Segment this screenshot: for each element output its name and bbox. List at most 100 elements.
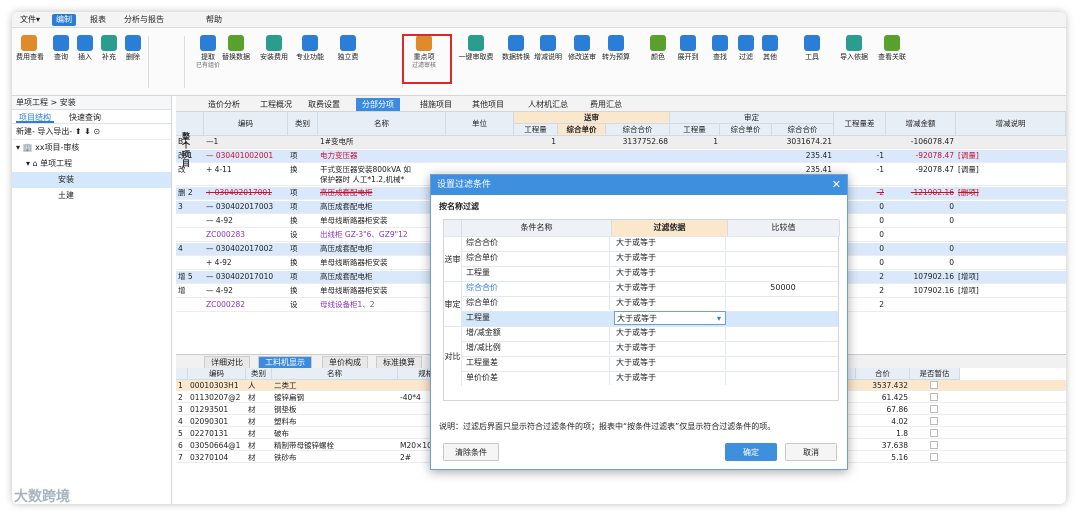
ribbon-button-6[interactable]: 替换数据 <box>218 32 254 92</box>
ribbon-button-14[interactable]: 修改送审 <box>564 32 600 92</box>
bottom-tab-3[interactable]: 标准换算 <box>376 356 422 368</box>
ribbon-button-0[interactable]: 费用查看 <box>16 32 44 92</box>
tab-quick-search[interactable]: 快速查询 <box>66 112 104 123</box>
ribbon-button-22[interactable]: 导入依据 <box>836 32 872 92</box>
row-name: 电力变压器 <box>320 151 358 160</box>
menu-item-3[interactable]: 分析与报告 <box>120 14 168 26</box>
row-code: — 4-92 <box>206 216 233 225</box>
filter-condition-select[interactable]: 大于或等于 <box>614 371 726 385</box>
temp-checkbox[interactable] <box>930 441 938 449</box>
tree-item[interactable]: ▾ ⌂ 单项工程 <box>12 156 171 172</box>
main-tab-3[interactable]: 分部分项 <box>356 98 400 111</box>
row-note: [增项] <box>958 272 979 281</box>
resource-code: 03270104 <box>190 453 229 462</box>
ribbon-button-9[interactable]: 独立费 <box>330 32 366 92</box>
ribbon-button-17[interactable]: 展开到 <box>670 32 706 92</box>
cancel-button[interactable]: 取消 <box>785 443 837 461</box>
row-type: 项 <box>290 151 298 160</box>
chevron-down-icon[interactable]: ▾ <box>717 312 721 326</box>
clear-conditions-button[interactable]: 清除条件 <box>443 443 499 461</box>
filter-value-input[interactable] <box>730 296 836 310</box>
resource-no: 6 <box>178 441 183 450</box>
vertical-tab-whole-project[interactable]: 整个项目 <box>180 132 192 168</box>
resource-code: 02270131 <box>190 429 229 438</box>
row-code: — 030402017002 <box>206 244 274 253</box>
main-tab-4[interactable]: 措施项目 <box>414 98 458 111</box>
resource-total: 1.8 <box>896 429 908 438</box>
bottom-tab-2[interactable]: 单价构成 <box>322 356 368 368</box>
ribbon-label: 替换数据 <box>222 53 250 61</box>
ribbon-button-23[interactable]: 查看关联 <box>874 32 910 92</box>
ribbon-button-8[interactable]: 专业功能 <box>292 32 328 92</box>
filter-value-input[interactable] <box>730 326 836 340</box>
temp-checkbox[interactable] <box>930 393 938 401</box>
tree-item[interactable]: ▾ 🏢 xx项目-审核 <box>12 140 171 156</box>
row-name: 高压成套配电柜 <box>320 272 373 281</box>
ribbon-button-20[interactable]: 其他 <box>752 32 788 92</box>
filter-condition-select[interactable]: 大于或等于 <box>614 356 726 370</box>
main-tab-2[interactable]: 取费设置 <box>302 98 346 111</box>
ribbon-button-2[interactable]: 插入 <box>72 32 98 92</box>
resource-code: 00010303H1 <box>190 381 239 390</box>
filter-condition-select[interactable]: 大于或等于 <box>614 266 726 280</box>
filter-condition-select[interactable]: 大于或等于 <box>614 281 726 295</box>
filter-value-input[interactable] <box>730 341 836 355</box>
temp-checkbox[interactable] <box>930 417 938 425</box>
ribbon-label: 插入 <box>78 53 92 61</box>
left-toolbar[interactable]: 新建- 导入导出- ⬆ ⬇ ⊙ <box>12 124 171 140</box>
ribbon-label: 其他 <box>763 53 777 61</box>
main-tab-7[interactable]: 费用汇总 <box>584 98 628 111</box>
filter-condition-select[interactable]: 大于或等于 <box>614 236 726 250</box>
menu-item-4[interactable]: 帮助 <box>202 14 226 26</box>
main-tab-5[interactable]: 其他项目 <box>466 98 510 111</box>
filter-condition-select[interactable]: 大于或等于 <box>614 341 726 355</box>
filter-value-input[interactable] <box>730 266 836 280</box>
ribbon-button-13[interactable]: 增减说明 <box>530 32 566 92</box>
temp-checkbox[interactable] <box>930 429 938 437</box>
filter-value-input[interactable]: 50000 <box>730 281 836 295</box>
ribbon-button-21[interactable]: 工具 <box>794 32 830 92</box>
filter-name: 综合合价 <box>464 236 610 250</box>
main-tab-0[interactable]: 造价分析 <box>202 98 246 111</box>
ribbon-button-15[interactable]: 转为预算 <box>598 32 634 92</box>
temp-checkbox[interactable] <box>930 381 938 389</box>
tree-item[interactable]: 安装 <box>12 172 171 188</box>
resource-total: 4.02 <box>891 417 908 426</box>
filter-condition-select[interactable]: 大于或等于 <box>614 251 726 265</box>
ribbon-button-3[interactable]: 补充 <box>96 32 122 92</box>
temp-checkbox[interactable] <box>930 405 938 413</box>
filter-value-input[interactable] <box>730 311 836 325</box>
resource-type: 材 <box>248 405 256 414</box>
ok-button[interactable]: 确定 <box>725 443 777 461</box>
filter-value-input[interactable] <box>730 371 836 385</box>
filter-value-input[interactable] <box>730 236 836 250</box>
resource-type: 材 <box>248 417 256 426</box>
bottom-tab-1[interactable]: 工料机显示 <box>258 356 312 368</box>
ribbon-icon-21 <box>804 35 820 51</box>
resource-no: 1 <box>178 381 183 390</box>
temp-checkbox[interactable] <box>930 453 938 461</box>
menu-item-0[interactable]: 文件▾ <box>16 14 44 26</box>
menu-item-2[interactable]: 报表 <box>86 14 110 26</box>
resource-no: 2 <box>178 393 183 402</box>
tab-project-structure[interactable]: 项目结构 <box>16 112 54 123</box>
filter-condition-select[interactable]: 大于或等于 <box>614 326 726 340</box>
ribbon-button-1[interactable]: 查询 <box>48 32 74 92</box>
row-name: 单母线断路器柜安装 <box>320 286 388 295</box>
ribbon-button-12[interactable]: 数据转换 <box>498 32 534 92</box>
ribbon-button-4[interactable]: 删除 <box>120 32 146 92</box>
menu-item-1[interactable]: 编制 <box>52 14 76 26</box>
filter-value-input[interactable] <box>730 356 836 370</box>
filter-condition-select[interactable]: 大于或等于 <box>614 296 726 310</box>
row-type: 项 <box>290 244 298 253</box>
ribbon-button-7[interactable]: 安装费用 <box>256 32 292 92</box>
close-icon[interactable]: ✕ <box>832 175 841 195</box>
main-tab-1[interactable]: 工程概况 <box>254 98 298 111</box>
filter-value-input[interactable] <box>730 251 836 265</box>
main-tab-6[interactable]: 人材机汇总 <box>522 98 574 111</box>
bottom-tab-0[interactable]: 详细对比 <box>204 356 250 368</box>
filter-condition-select[interactable]: 大于或等于 ▾ <box>614 311 726 325</box>
ribbon-button-11[interactable]: 一键审取费 <box>458 32 494 92</box>
tree-item[interactable]: 土建 <box>12 188 171 204</box>
resource-type: 材 <box>248 393 256 402</box>
